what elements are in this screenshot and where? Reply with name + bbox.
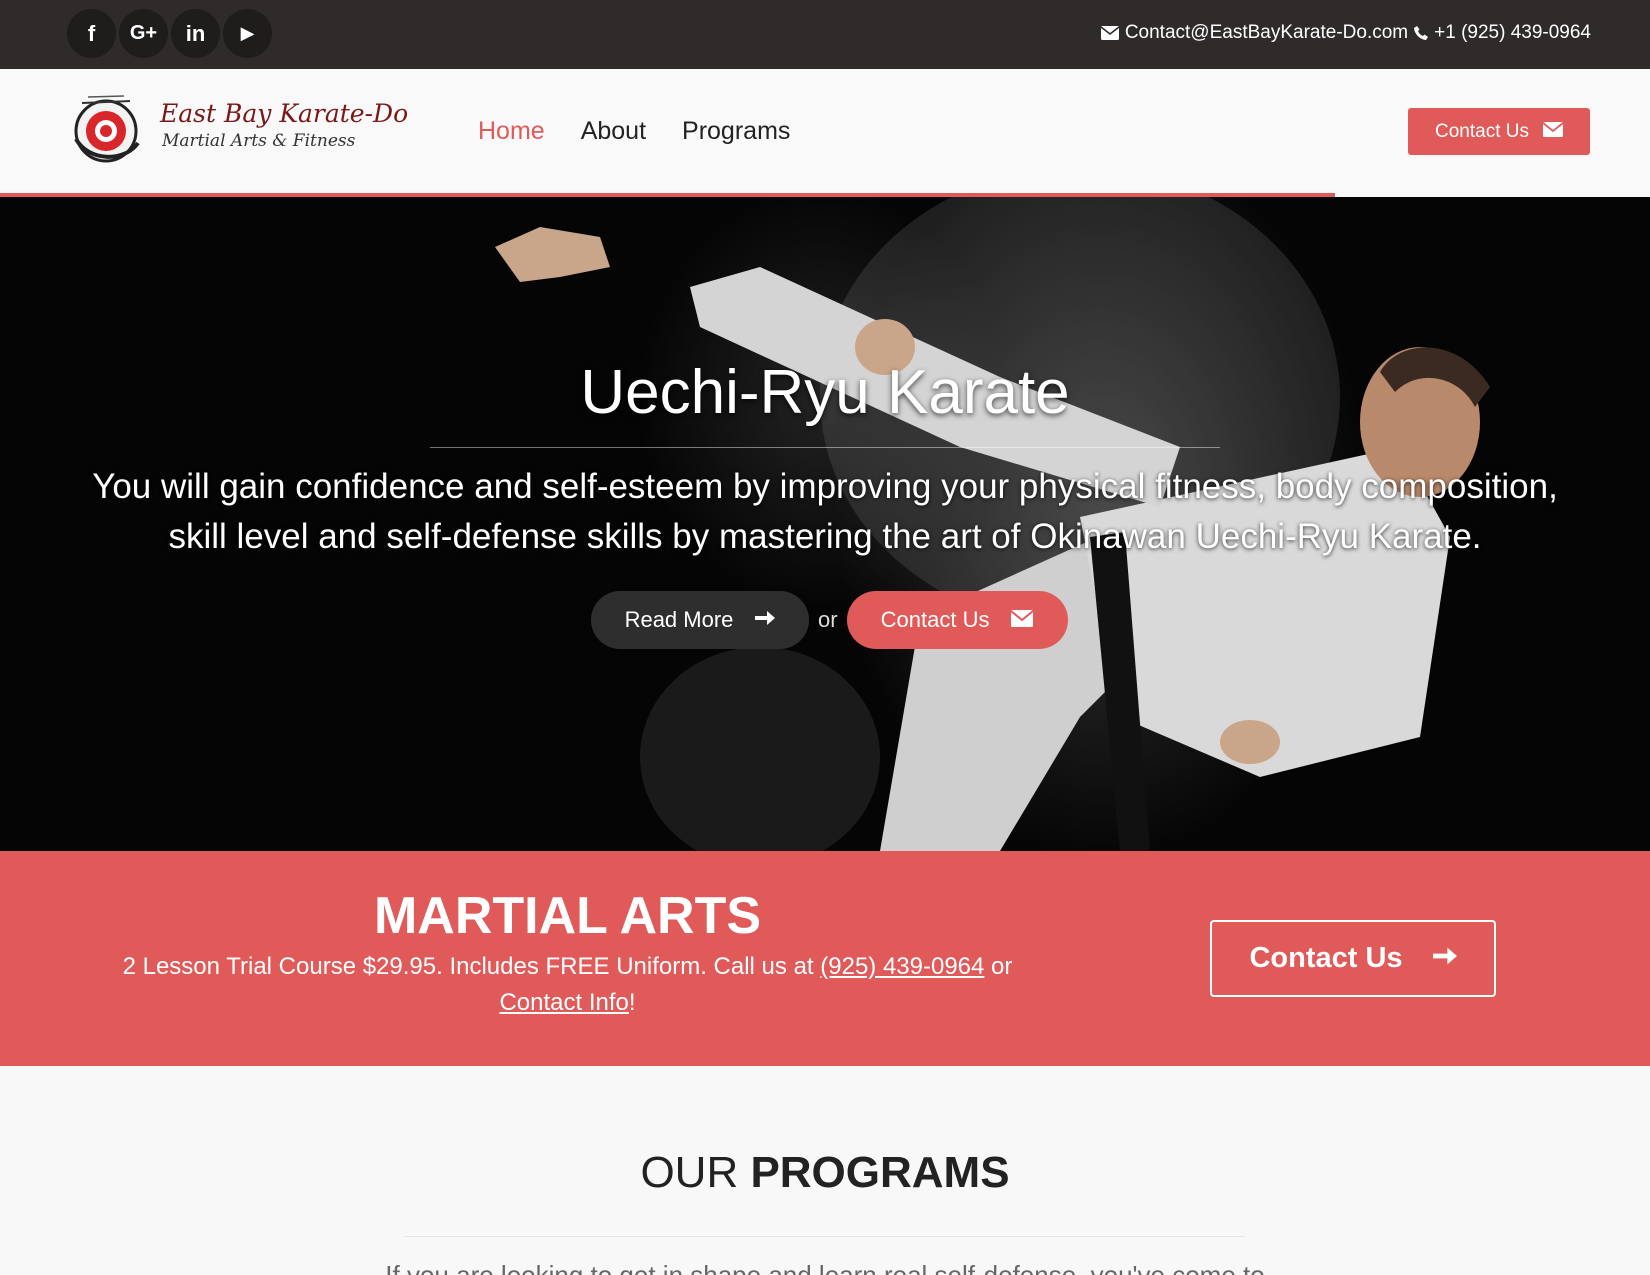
youtube-icon[interactable]: ▶ xyxy=(223,9,272,58)
phone-icon xyxy=(1414,26,1429,40)
hero-contact-button[interactable]: Contact Us xyxy=(846,591,1068,649)
top-phone-link[interactable]: +1 (925) 439-0964 xyxy=(1434,22,1591,44)
top-bar: f G+ in ▶ Contact@EastBayKarate-Do.com +… xyxy=(0,0,1650,69)
hero-contact-label: Contact Us xyxy=(880,607,990,632)
arrow-right-icon xyxy=(755,607,776,633)
or-separator: or xyxy=(818,607,838,632)
envelope-icon xyxy=(1100,26,1119,40)
hero-title: Uechi-Ryu Karate xyxy=(580,358,1070,427)
brand-title[interactable]: East Bay Karate-Do xyxy=(160,99,408,128)
nav-links: Home About Programs xyxy=(478,117,790,146)
read-more-button[interactable]: Read More xyxy=(591,591,809,649)
promo-text-after: ! xyxy=(628,989,636,1016)
nav-link-about[interactable]: About xyxy=(581,117,646,146)
envelope-icon xyxy=(1010,607,1035,633)
google-plus-icon[interactable]: G+ xyxy=(119,9,168,58)
promo-text-middle: or xyxy=(984,953,1013,980)
hero-divider xyxy=(430,447,1220,448)
arrow-right-icon xyxy=(1432,942,1457,975)
programs-divider xyxy=(405,1236,1245,1237)
promo-band: MARTIAL ARTS 2 Lesson Trial Course $29.9… xyxy=(0,851,1650,1066)
nav-contact-label: Contact Us xyxy=(1435,120,1529,142)
promo-title: MARTIAL ARTS xyxy=(373,887,762,945)
programs-heading: OUR PROGRAMS xyxy=(0,1148,1650,1198)
hero-text: You will gain confidence and self-esteem… xyxy=(92,467,1558,556)
linkedin-icon[interactable]: in xyxy=(171,9,220,58)
read-more-label: Read More xyxy=(624,607,734,632)
top-email-link[interactable]: Contact@EastBayKarate-Do.com xyxy=(1125,22,1408,44)
promo-text-before: 2 Lesson Trial Course $29.95. Includes F… xyxy=(122,953,821,980)
facebook-icon[interactable]: f xyxy=(67,9,116,58)
promo-text: 2 Lesson Trial Course $29.95. Includes F… xyxy=(80,949,1055,1021)
promo-phone-link[interactable]: (925) 439-0964 xyxy=(820,953,984,980)
hero-buttons: Read More or Contact Us xyxy=(591,591,1068,649)
programs-heading-bold: PROGRAMS xyxy=(750,1148,1010,1197)
programs-intro-text: If you are looking to get in shape and l… xyxy=(385,1260,1265,1275)
envelope-icon xyxy=(1542,121,1564,143)
promo-contact-label: Contact Us xyxy=(1249,942,1403,974)
brand-logo[interactable] xyxy=(68,91,146,167)
nav-link-home[interactable]: Home xyxy=(478,117,545,146)
social-links: f G+ in ▶ xyxy=(67,9,272,58)
programs-heading-light: OUR xyxy=(640,1148,751,1197)
main-navbar: East Bay Karate-Do Martial Arts & Fitnes… xyxy=(0,69,1650,197)
top-contact-info: Contact@EastBayKarate-Do.com +1 (925) 43… xyxy=(1100,22,1591,44)
brand-subtitle: Martial Arts & Fitness xyxy=(162,131,356,151)
nav-link-programs[interactable]: Programs xyxy=(682,117,790,146)
promo-contact-button[interactable]: Contact Us xyxy=(1210,920,1496,997)
hero-section: Uechi-Ryu Karate You will gain confidenc… xyxy=(0,197,1650,851)
promo-contact-link[interactable]: Contact Info xyxy=(499,989,628,1016)
nav-contact-button[interactable]: Contact Us xyxy=(1408,108,1590,155)
